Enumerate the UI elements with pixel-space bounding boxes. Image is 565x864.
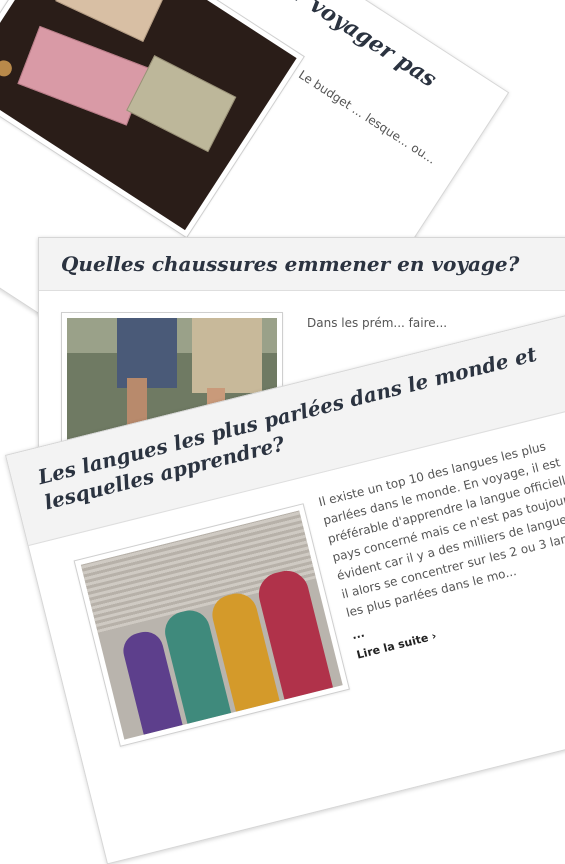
read-more-link[interactable]: Lire la suite › [355, 629, 437, 661]
read-more-ellipsis: ... [350, 626, 366, 643]
coin [0, 57, 15, 80]
post-image-3[interactable] [73, 503, 350, 747]
post-title-2-strip: Quelles chaussures emmener en voyage? [39, 238, 565, 291]
image-shorts-1 [117, 318, 177, 388]
image-shorts-2 [192, 318, 262, 393]
post-title-2[interactable]: Quelles chaussures emmener en voyage? [61, 252, 519, 276]
post-image-1[interactable] [0, 0, 305, 239]
banknote-1 [55, 0, 168, 42]
